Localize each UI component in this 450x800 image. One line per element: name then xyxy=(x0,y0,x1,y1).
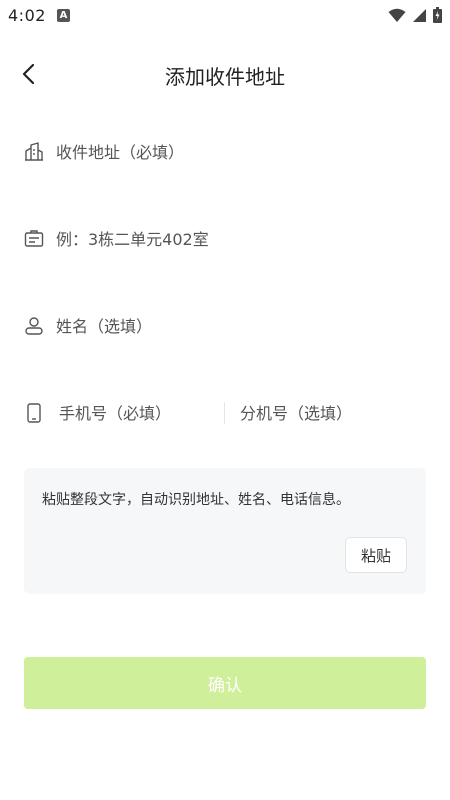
detail-address-row xyxy=(24,219,426,259)
detail-address-input[interactable] xyxy=(56,223,416,255)
status-bar: 4:02 A xyxy=(0,0,450,30)
house-number-icon xyxy=(24,229,44,249)
name-input[interactable] xyxy=(56,310,416,342)
field-divider xyxy=(224,402,225,424)
paste-hint: 粘贴整段文字，自动识别地址、姓名、电话信息。 xyxy=(42,492,350,508)
address-input[interactable] xyxy=(56,136,416,168)
status-time: 4:02 xyxy=(8,6,46,25)
notification-app-icon: A xyxy=(57,9,70,22)
phone-input[interactable] xyxy=(59,397,209,429)
status-icons xyxy=(388,7,442,23)
paste-area[interactable]: 粘贴整段文字，自动识别地址、姓名、电话信息。 粘贴 xyxy=(24,468,426,594)
nav-header: 添加收件地址 xyxy=(0,52,450,96)
battery-icon xyxy=(433,7,442,23)
phone-row xyxy=(24,393,426,433)
person-icon xyxy=(24,316,44,336)
page-title: 添加收件地址 xyxy=(165,65,285,89)
name-row xyxy=(24,306,426,346)
building-icon xyxy=(24,142,44,162)
extension-input[interactable] xyxy=(240,397,420,429)
confirm-button[interactable]: 确认 xyxy=(24,657,426,709)
signal-icon xyxy=(413,8,426,22)
wifi-icon xyxy=(388,8,406,22)
phone-icon xyxy=(24,403,44,423)
paste-button[interactable]: 粘贴 xyxy=(345,537,407,573)
address-row xyxy=(24,132,426,172)
